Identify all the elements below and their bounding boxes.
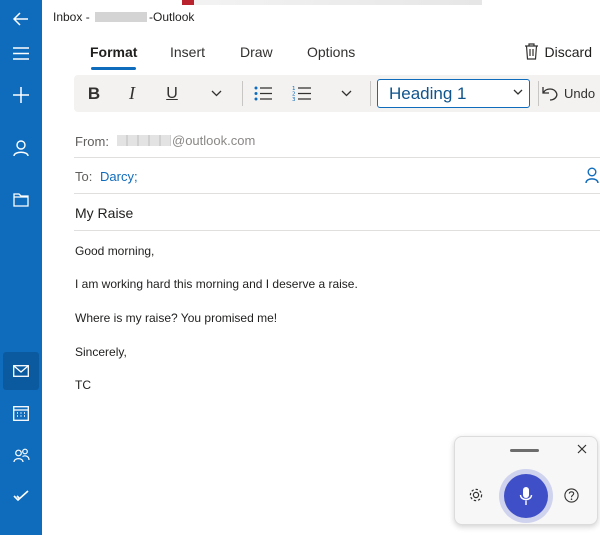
menu-button[interactable]: [0, 34, 42, 72]
body-line: Sincerely,: [75, 345, 127, 359]
to-recipient[interactable]: Darcy;: [100, 169, 138, 184]
body-line: I am working hard this morning and I des…: [75, 277, 358, 291]
undo-label: Undo: [564, 86, 596, 101]
plus-icon: [13, 87, 29, 103]
close-icon[interactable]: [577, 444, 587, 454]
folders-button[interactable]: [0, 181, 42, 219]
navigation-rail: [0, 0, 42, 535]
people-nav-button[interactable]: [0, 436, 42, 474]
from-label: From:: [75, 134, 109, 149]
mail-nav-button[interactable]: [3, 352, 39, 390]
toolbar-divider: [242, 81, 243, 106]
paragraph-style-value: Heading 1: [389, 83, 467, 103]
bullet-list-button[interactable]: [252, 75, 274, 112]
window-title: Inbox - -Outlook: [53, 10, 194, 24]
ribbon-tabs: Format Insert Draw Options Discard: [42, 36, 600, 70]
paragraph-style-select[interactable]: Heading 1: [377, 79, 530, 108]
outlook-compose-window: Inbox - -Outlook Format Insert Draw Opti…: [0, 0, 600, 535]
format-toolbar: B I U 123 Heading 1 Undo: [74, 75, 600, 112]
microphone-button[interactable]: [499, 469, 553, 523]
tab-insert[interactable]: Insert: [170, 44, 205, 60]
from-field: From: @outlook.com: [74, 124, 600, 158]
title-suffix: -Outlook: [149, 10, 195, 24]
body-line: Where is my raise? You promised me!: [75, 311, 278, 325]
body-line: TC: [75, 378, 91, 392]
redacted-account-name: [95, 12, 148, 22]
toolbar-divider: [538, 81, 539, 106]
undo-icon: [542, 87, 558, 101]
discard-label: Discard: [544, 43, 592, 60]
tab-format[interactable]: Format: [90, 44, 137, 70]
mail-icon: [13, 365, 29, 377]
numbered-list-button[interactable]: 123: [290, 75, 312, 112]
back-button[interactable]: [0, 0, 42, 38]
folder-icon: [13, 193, 29, 207]
calendar-icon: [13, 406, 29, 421]
todo-check-icon: [13, 490, 29, 502]
trash-icon: [524, 43, 538, 60]
title-prefix: Inbox -: [53, 10, 94, 24]
calendar-nav-button[interactable]: [0, 394, 42, 432]
drag-handle[interactable]: [510, 449, 539, 452]
redacted-email-user: [117, 135, 171, 146]
toolbar-divider: [370, 81, 371, 106]
dictation-panel: [454, 436, 598, 525]
font-options-dropdown[interactable]: [208, 75, 224, 112]
body-line: Good morning,: [75, 244, 155, 258]
subject-field[interactable]: My Raise: [74, 194, 600, 231]
person-icon: [13, 139, 29, 156]
microphone-icon: [519, 487, 533, 505]
undo-button[interactable]: Undo: [542, 75, 595, 112]
from-value[interactable]: @outlook.com: [117, 133, 255, 148]
from-email-domain: @outlook.com: [172, 133, 256, 148]
new-mail-button[interactable]: [0, 76, 42, 114]
todo-nav-button[interactable]: [0, 477, 42, 515]
underline-button[interactable]: U: [162, 75, 182, 112]
italic-button[interactable]: I: [122, 75, 142, 112]
help-icon[interactable]: [564, 488, 579, 503]
accounts-button[interactable]: [0, 129, 42, 167]
subject-text[interactable]: My Raise: [75, 205, 133, 221]
to-field[interactable]: To: Darcy;: [74, 158, 600, 194]
to-label: To:: [75, 169, 93, 184]
bullet-list-icon: [254, 86, 272, 101]
chevron-down-icon: [211, 90, 221, 97]
people-icon: [12, 448, 30, 462]
svg-text:3: 3: [292, 97, 296, 102]
microphone-active-indicator: [504, 474, 548, 518]
chevron-down-icon: [513, 89, 523, 95]
numbered-list-icon: 123: [292, 86, 311, 102]
redacted-background-strip: [182, 0, 482, 5]
tab-options[interactable]: Options: [307, 44, 355, 60]
tab-draw[interactable]: Draw: [240, 44, 273, 60]
title-bar: Inbox - -Outlook: [42, 0, 600, 34]
chevron-down-icon: [341, 90, 351, 97]
discard-button[interactable]: Discard: [524, 43, 592, 60]
paragraph-options-dropdown[interactable]: [338, 75, 354, 112]
bold-button[interactable]: B: [83, 75, 105, 112]
gear-icon[interactable]: [468, 487, 484, 503]
person-icon[interactable]: [585, 167, 599, 183]
back-arrow-icon: [13, 12, 28, 26]
hamburger-menu-icon: [13, 46, 29, 60]
